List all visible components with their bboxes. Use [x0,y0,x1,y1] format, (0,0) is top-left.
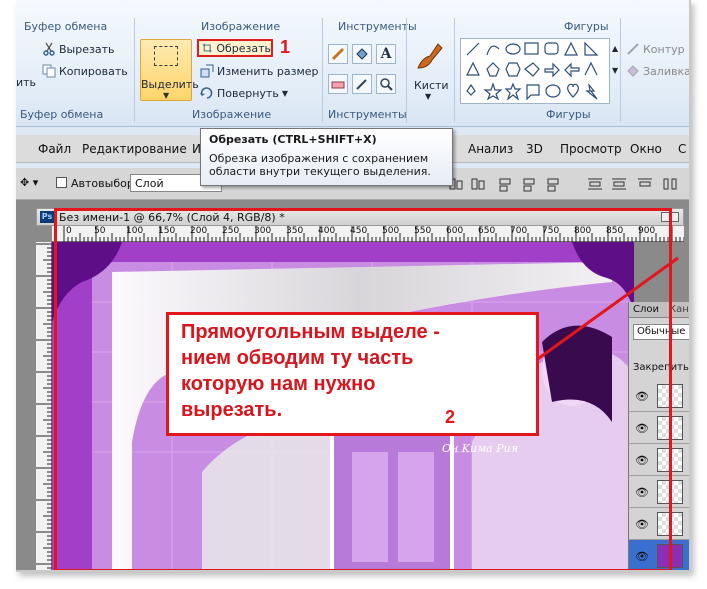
callout-line-3: которую нам нужно [181,373,376,395]
screenshot-frame: Буфер обмена Изображение Инструменты Фиг… [16,0,691,572]
callout-line-1: Прямоугольным выделе - [181,321,440,343]
callout-line-4: вырезать. [181,399,283,421]
annotation-pointer [463,256,679,414]
instruction-callout: Прямоугольным выделе - нием обводим ту ч… [166,312,539,436]
callout-line-2: нием обводим ту часть [181,347,414,369]
step-marker-2: 2 [445,407,456,427]
